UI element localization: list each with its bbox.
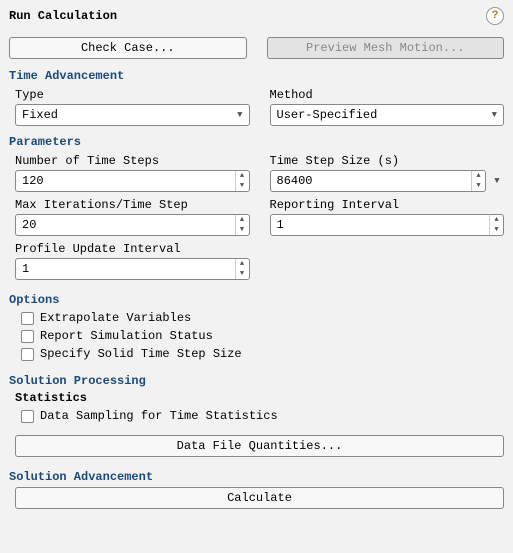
extrapolate-variables-label: Extrapolate Variables <box>40 311 191 325</box>
spinner-down-icon[interactable]: ▼ <box>236 181 249 191</box>
data-file-quantities-button[interactable]: Data File Quantities... <box>15 435 504 457</box>
method-select-value: User-Specified <box>277 108 378 122</box>
reporting-interval-input[interactable]: 1 ▲ ▼ <box>270 214 505 236</box>
statistics-section-label: Statistics <box>15 391 504 405</box>
report-simulation-status-checkbox[interactable] <box>21 330 34 343</box>
max-iter-value: 20 <box>16 215 235 235</box>
spinner-up-icon[interactable]: ▲ <box>472 171 485 181</box>
max-iter-label: Max Iterations/Time Step <box>15 198 250 212</box>
extrapolate-variables-checkbox[interactable] <box>21 312 34 325</box>
spinner-up-icon[interactable]: ▲ <box>236 215 249 225</box>
type-select-value: Fixed <box>22 108 58 122</box>
max-iter-input[interactable]: 20 ▲ ▼ <box>15 214 250 236</box>
time-step-size-label: Time Step Size (s) <box>270 154 505 168</box>
solution-advancement-section-label: Solution Advancement <box>9 470 504 484</box>
time-step-size-dropdown[interactable]: ▼ <box>490 176 504 186</box>
reporting-interval-label: Reporting Interval <box>270 198 505 212</box>
profile-update-value: 1 <box>16 259 235 279</box>
report-simulation-status-label: Report Simulation Status <box>40 329 213 343</box>
data-sampling-checkbox[interactable] <box>21 410 34 423</box>
num-steps-input[interactable]: 120 ▲ ▼ <box>15 170 250 192</box>
time-step-size-value: 86400 <box>271 171 472 191</box>
reporting-interval-value: 1 <box>271 215 490 235</box>
profile-update-label: Profile Update Interval <box>15 242 250 256</box>
spinner-up-icon[interactable]: ▲ <box>490 215 503 225</box>
spinner-down-icon[interactable]: ▼ <box>236 225 249 235</box>
type-label: Type <box>15 88 250 102</box>
parameters-section-label: Parameters <box>9 135 504 149</box>
calculate-button[interactable]: Calculate <box>15 487 504 509</box>
options-section-label: Options <box>9 293 504 307</box>
page-title: Run Calculation <box>9 9 117 23</box>
spinner-down-icon[interactable]: ▼ <box>490 225 503 235</box>
solution-processing-section-label: Solution Processing <box>9 374 504 388</box>
num-steps-value: 120 <box>16 171 235 191</box>
data-sampling-label: Data Sampling for Time Statistics <box>40 409 278 423</box>
specify-solid-time-step-checkbox[interactable] <box>21 348 34 361</box>
method-label: Method <box>270 88 505 102</box>
type-select[interactable]: Fixed ▼ <box>15 104 250 126</box>
time-advancement-section-label: Time Advancement <box>9 69 504 83</box>
chevron-down-icon: ▼ <box>237 110 242 120</box>
specify-solid-time-step-label: Specify Solid Time Step Size <box>40 347 242 361</box>
help-icon[interactable]: ? <box>486 7 504 25</box>
method-select[interactable]: User-Specified ▼ <box>270 104 505 126</box>
chevron-down-icon: ▼ <box>492 110 497 120</box>
profile-update-input[interactable]: 1 ▲ ▼ <box>15 258 250 280</box>
spinner-up-icon[interactable]: ▲ <box>236 171 249 181</box>
num-steps-label: Number of Time Steps <box>15 154 250 168</box>
spinner-down-icon[interactable]: ▼ <box>472 181 485 191</box>
check-case-button[interactable]: Check Case... <box>9 37 247 59</box>
spinner-down-icon[interactable]: ▼ <box>236 269 249 279</box>
preview-mesh-motion-button: Preview Mesh Motion... <box>267 37 505 59</box>
time-step-size-input[interactable]: 86400 ▲ ▼ <box>270 170 487 192</box>
spinner-up-icon[interactable]: ▲ <box>236 259 249 269</box>
